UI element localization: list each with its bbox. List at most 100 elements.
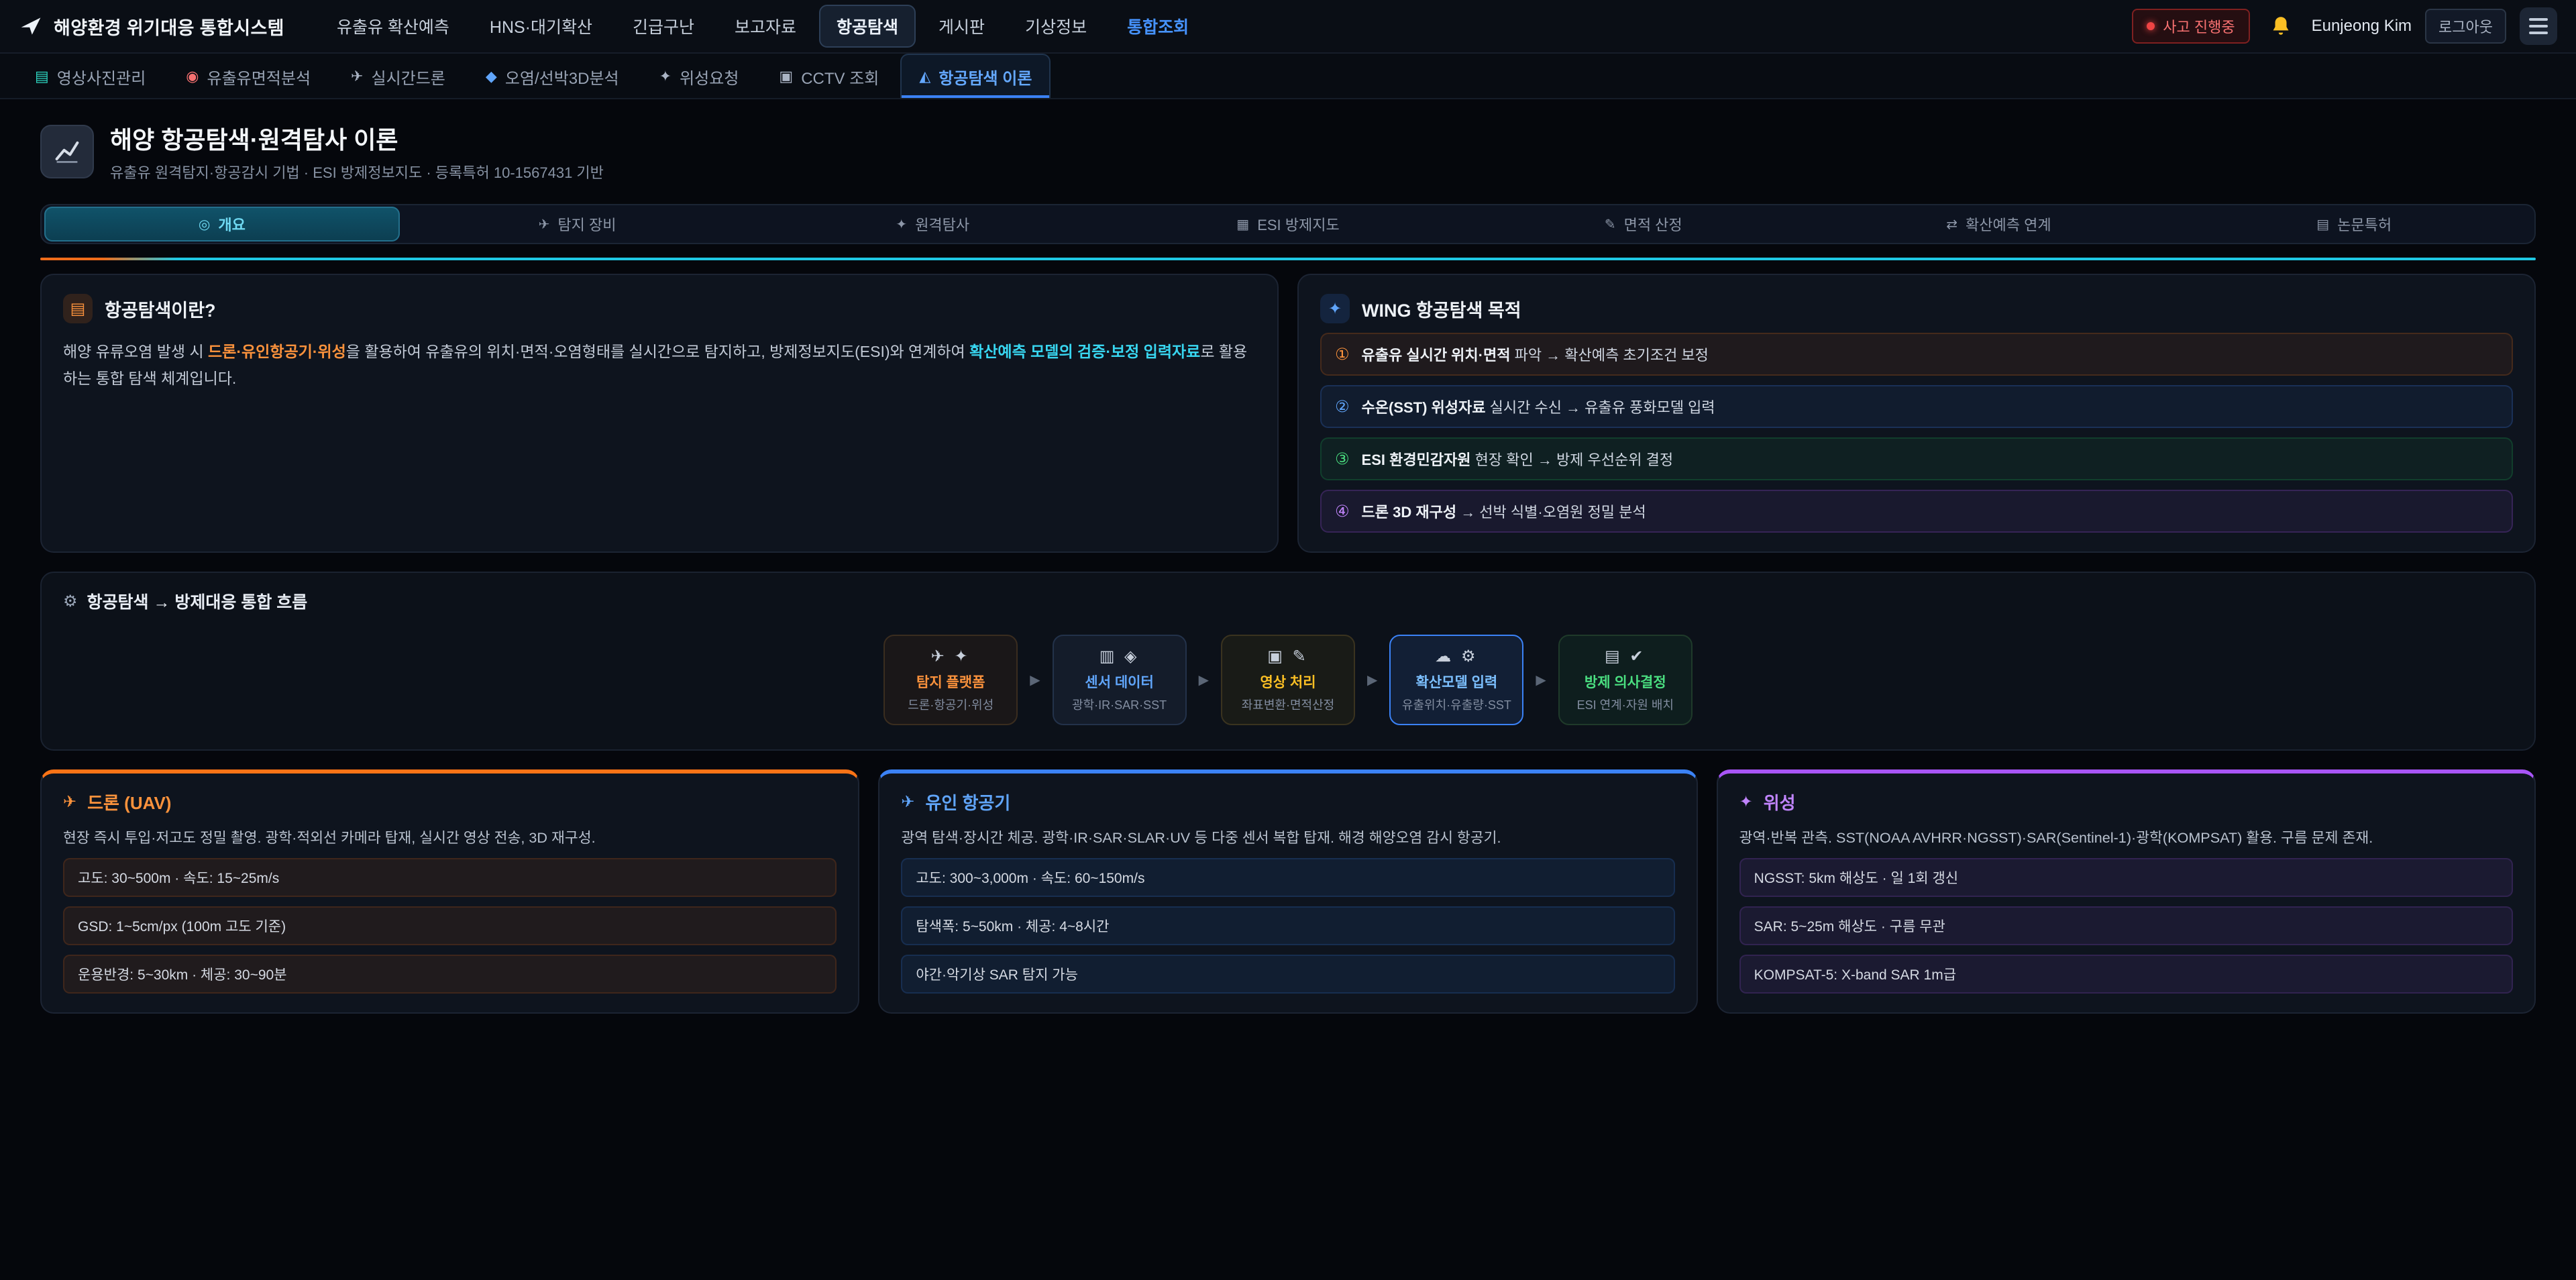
section-accent-divider [40, 258, 2536, 260]
subnav-aerial-search-theory[interactable]: ◭ 항공탐색 이론 [900, 54, 1051, 98]
flow-arrow-icon: ▶ [1199, 672, 1209, 688]
sub-navigation-bar: ▤ 영상사진관리 ◉ 유출유면적분석 ✈ 실시간드론 ◆ 오염/선박3D분석 ✦… [0, 54, 2576, 99]
flow-step-response-decision: ▤ ✔ 방제 의사결정 ESI 연계·자원 배치 [1558, 635, 1693, 725]
purpose-item-2: ② 수온(SST) 위성자료 실시간 수신 → 유출유 풍화모델 입력 [1320, 385, 2513, 428]
what-is-aerial-search-card: ▤ 항공탐색이란? 해양 유류오염 발생 시 드론·유인항공기·위성을 활용하여… [40, 274, 1279, 553]
subnav-realtime-drone[interactable]: ✈ 실시간드론 [332, 54, 464, 98]
flow-step-title: 확산모델 입력 [1399, 672, 1514, 692]
notifications-bell-button[interactable] [2263, 9, 2298, 44]
flow-step-subtitle: 좌표변환·면적산정 [1230, 696, 1346, 713]
subnav-label: 위성요청 [680, 65, 739, 89]
number-1-icon: ① [1335, 345, 1350, 364]
incident-badge-label: 사고 진행중 [2163, 15, 2235, 37]
nav-board[interactable]: 게시판 [921, 5, 1002, 48]
incident-in-progress-badge[interactable]: 사고 진행중 [2132, 9, 2249, 44]
sensor-icons: ▥ ◈ [1062, 647, 1177, 666]
pencil-icon: ✎ [1605, 216, 1616, 233]
spec-row: 탐색폭: 5~50km · 체공: 4~8시간 [901, 906, 1674, 945]
nav-oil-spill-prediction[interactable]: 유출유 확산예측 [319, 5, 467, 48]
top-navigation-bar: 해양환경 위기대응 통합시스템 유출유 확산예측 HNS·대기확산 긴급구난 보… [0, 0, 2576, 54]
tab-papers-patents[interactable]: ▤ 논문특허 [2176, 207, 2532, 242]
purpose-strong: ESI 환경민감자원 [1362, 451, 1471, 468]
processing-icons: ▣ ✎ [1230, 647, 1346, 666]
text-segment: 을 활용하여 유출유의 위치·면적·오염형태를 실시간으로 탐지하고, 방제정보… [346, 343, 969, 360]
subnav-pollution-ship-3d[interactable]: ◆ 오염/선박3D분석 [467, 54, 638, 98]
hamburger-bar [2529, 32, 2548, 34]
subnav-label: 항공탐색 이론 [938, 65, 1032, 89]
satellite-icon: ✦ [1739, 792, 1753, 812]
number-4-icon: ④ [1335, 502, 1350, 521]
number-3-icon: ③ [1335, 449, 1350, 469]
purpose-item-4: ④ 드론 3D 재구성 → 선박 식별·오염원 정밀 분석 [1320, 490, 2513, 533]
flow-step-subtitle: 광학·IR·SAR·SST [1062, 696, 1177, 713]
nav-reports[interactable]: 보고자료 [717, 5, 814, 48]
decision-icons: ▤ ✔ [1568, 647, 1683, 666]
flow-step-sensor-data: ▥ ◈ 센서 데이터 광학·IR·SAR·SST [1053, 635, 1187, 725]
tab-overview[interactable]: ◎ 개요 [44, 207, 400, 242]
alert-dot-icon [2147, 22, 2155, 30]
platform-card-drone: ✈ 드론 (UAV) 현장 즉시 투입·저고도 정밀 촬영. 광학·적외선 카메… [40, 769, 859, 1014]
nav-emergency-rescue[interactable]: 긴급구난 [615, 5, 712, 48]
subnav-label: 실시간드론 [371, 65, 445, 89]
purpose-text: 수온(SST) 위성자료 실시간 수신 → 유출유 풍화모델 입력 [1362, 396, 1715, 417]
card-header: ✦ 위성 [1739, 790, 2513, 814]
purpose-rest: 실시간 수신 → 유출유 풍화모델 입력 [1486, 399, 1715, 416]
platform-description: 광역·반복 관측. SST(NOAA AVHRR·NGSST)·SAR(Sent… [1739, 826, 2513, 849]
tab-label: 개요 [218, 213, 245, 235]
tab-remote-sensing[interactable]: ✦ 원격탐사 [755, 207, 1110, 242]
subnav-label: 유출유면적분석 [207, 65, 311, 89]
link-icon: ⇄ [1946, 216, 1957, 233]
platform-card-manned-aircraft: ✈ 유인 항공기 광역 탐색·장시간 체공. 광학·IR·SAR·SLAR·UV… [878, 769, 1697, 1014]
wing-logo-icon [19, 14, 43, 38]
hamburger-menu-button[interactable] [2520, 7, 2557, 45]
aircraft-icon: ✈ [539, 216, 550, 233]
spec-row: 야간·악기상 SAR 탐지 가능 [901, 955, 1674, 994]
flow-step-title: 탐지 플랫폼 [893, 672, 1008, 692]
subnav-satellite-request[interactable]: ✦ 위성요청 [641, 54, 758, 98]
bell-icon [2269, 15, 2292, 38]
nav-weather-info[interactable]: 기상정보 [1008, 5, 1104, 48]
tab-area-calculation[interactable]: ✎ 면적 산정 [1466, 207, 1821, 242]
logout-button[interactable]: 로그아웃 [2425, 9, 2506, 44]
tab-esi-map[interactable]: ▦ ESI 방제지도 [1110, 207, 1466, 242]
nav-integrated-search[interactable]: 통합조회 [1110, 5, 1206, 48]
nav-hns-dispersion[interactable]: HNS·대기확산 [472, 5, 610, 48]
platform-cards-section: ✈ 드론 (UAV) 현장 즉시 투입·저고도 정밀 촬영. 광학·적외선 카메… [40, 769, 2536, 1014]
flow-step-subtitle: ESI 연계·자원 배치 [1568, 696, 1683, 713]
purpose-text: 유출유 실시간 위치·면적 파악 → 확산예측 초기조건 보정 [1362, 343, 1709, 365]
tab-prediction-link[interactable]: ⇄ 확산예측 연계 [1821, 207, 2177, 242]
tab-detection-equipment[interactable]: ✈ 탐지 장비 [400, 207, 755, 242]
purpose-text: ESI 환경민감자원 현장 확인 → 방제 우선순위 결정 [1362, 448, 1674, 470]
subnav-image-photo-management[interactable]: ▤ 영상사진관리 [16, 54, 164, 98]
card-title: WING 항공탐색 목적 [1362, 296, 1521, 322]
spec-row: 운용반경: 5~30km · 체공: 30~90분 [63, 955, 837, 994]
flow-step-subtitle: 유출위치·유출량·SST [1399, 696, 1514, 713]
app-logo[interactable]: 해양환경 위기대응 통합시스템 [19, 13, 284, 40]
flow-arrow-icon: ▶ [1030, 672, 1040, 688]
card-header: ✈ 드론 (UAV) [63, 790, 837, 814]
subnav-label: CCTV 조회 [801, 65, 879, 89]
wing-purpose-card: ✦ WING 항공탐색 목적 ① 유출유 실시간 위치·면적 파악 → 확산예측… [1297, 274, 2536, 553]
flow-step-subtitle: 드론·항공기·위성 [893, 696, 1008, 713]
droplet-3d-icon: ◆ [486, 68, 497, 85]
page-subtitle: 유출유 원격탐지·항공감시 기법 · ESI 방제정보지도 · 등록특허 10-… [110, 161, 604, 182]
spec-row: 고도: 300~3,000m · 속도: 60~150m/s [901, 858, 1674, 897]
platform-title: 드론 (UAV) [87, 790, 171, 814]
aircraft-icon: ✈ [901, 792, 914, 812]
spec-row: SAR: 5~25m 해상도 · 구름 무관 [1739, 906, 2513, 945]
photo-grid-icon: ▤ [35, 68, 49, 85]
purpose-strong: 수온(SST) 위성자료 [1362, 399, 1486, 416]
subnav-cctv-view[interactable]: ▣ CCTV 조회 [760, 54, 898, 98]
highlight-platforms: 드론·유인항공기·위성 [208, 343, 346, 360]
subnav-label: 영상사진관리 [57, 65, 146, 89]
subnav-oil-area-analysis[interactable]: ◉ 유출유면적분석 [167, 54, 329, 98]
platform-description: 광역 탐색·장시간 체공. 광학·IR·SAR·SLAR·UV 등 다중 센서 … [901, 826, 1674, 849]
spec-row: NGSST: 5km 해상도 · 일 1회 갱신 [1739, 858, 2513, 897]
platform-card-satellite: ✦ 위성 광역·반복 관측. SST(NOAA AVHRR·NGSST)·SAR… [1717, 769, 2536, 1014]
card-title: 항공탐색이란? [105, 296, 216, 322]
tab-label: 면적 산정 [1624, 213, 1682, 235]
spec-row: KOMPSAT-5: X-band SAR 1m급 [1739, 955, 2513, 994]
user-name: Eunjeong Kim [2312, 17, 2412, 36]
nav-aerial-search[interactable]: 항공탐색 [819, 5, 916, 48]
text-segment: 해양 유류오염 발생 시 [63, 343, 208, 360]
